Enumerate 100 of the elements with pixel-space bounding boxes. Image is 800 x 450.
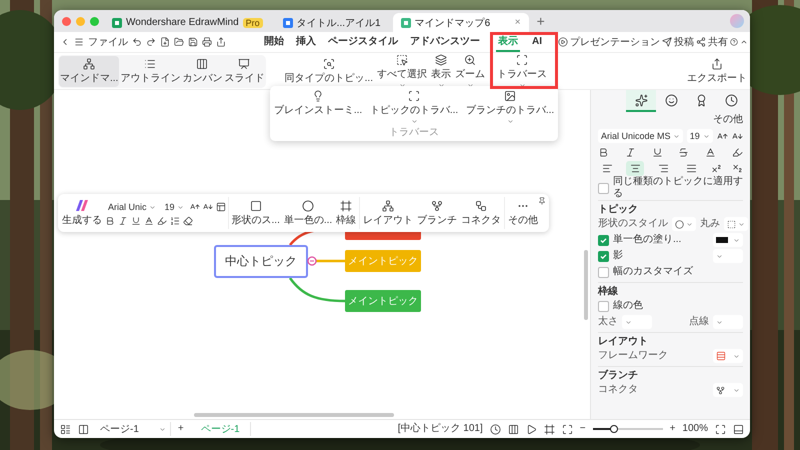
generate-button[interactable]: 生成する <box>61 197 103 229</box>
view-button[interactable]: アウトライン <box>119 56 182 86</box>
fullscreen-icon[interactable] <box>562 424 573 434</box>
toolbar-button[interactable]: ブランチ <box>416 198 458 228</box>
size-select[interactable]: 19 <box>686 129 713 143</box>
ribbon-tab[interactable]: 開始 <box>262 32 286 52</box>
subscript-icon[interactable] <box>732 162 743 174</box>
checkbox[interactable] <box>598 266 609 278</box>
toolbar-button[interactable]: レイアウト <box>362 198 414 228</box>
panel-icon[interactable] <box>78 424 89 434</box>
panel-tab[interactable] <box>626 90 656 112</box>
toolbar-button[interactable]: コネクタ <box>460 198 502 228</box>
horizontal-scrollbar[interactable] <box>194 413 394 417</box>
ribbon-tab[interactable]: アドバンスツー <box>408 32 482 52</box>
toolbar-button[interactable]: 共有 <box>696 35 728 49</box>
font-grow-icon[interactable] <box>716 130 728 142</box>
help-icon[interactable] <box>730 37 738 47</box>
italic-icon[interactable] <box>118 216 128 226</box>
shape-select[interactable] <box>672 217 696 231</box>
superscript-icon[interactable] <box>710 162 722 174</box>
redo-icon[interactable] <box>146 37 156 47</box>
zoom-out-button[interactable]: − <box>580 423 586 435</box>
new-tab-button[interactable]: + <box>536 13 545 29</box>
strikethrough-icon[interactable] <box>678 146 690 158</box>
new-file-icon[interactable] <box>160 37 170 47</box>
fill-color-select[interactable] <box>713 233 743 247</box>
window-tab[interactable]: タイトル...アイル1 <box>274 13 389 32</box>
bold-icon[interactable] <box>598 146 609 158</box>
menu-item[interactable]: トピックのトラバ... <box>368 90 460 125</box>
panel-toggle-icon[interactable] <box>733 424 744 434</box>
bold-icon[interactable] <box>105 216 115 226</box>
font-shrink-icon[interactable] <box>732 130 743 142</box>
page-select[interactable]: ページ-1 <box>96 422 171 436</box>
vertical-scrollbar[interactable] <box>584 250 588 320</box>
ribbon-tab[interactable]: 挿入 <box>294 32 318 52</box>
connector-select[interactable] <box>713 383 743 397</box>
file-menu[interactable]: ファイル <box>88 35 128 49</box>
undo-icon[interactable] <box>132 37 142 47</box>
more-link[interactable]: その他 <box>713 114 743 126</box>
export-icon[interactable] <box>216 37 226 47</box>
fit-screen-icon[interactable] <box>715 424 726 434</box>
central-topic[interactable]: 中心トピック <box>214 245 308 278</box>
caret-icon <box>158 426 166 432</box>
zoom-thumb[interactable] <box>610 425 618 433</box>
pro-badge: Pro <box>242 18 263 28</box>
frame-icon <box>516 54 528 66</box>
toolbar-button[interactable]: その他 <box>507 198 540 228</box>
selection-info: [中心トピック 101] <box>398 423 483 435</box>
underline-icon[interactable] <box>131 216 141 226</box>
list-icon[interactable] <box>170 216 180 226</box>
font-shrink-icon[interactable] <box>202 202 213 212</box>
menu-item[interactable]: ブランチのトラバ... <box>464 90 556 125</box>
sparkle-icon <box>634 94 648 106</box>
justify-icon <box>686 162 698 174</box>
highlighter-icon[interactable] <box>732 146 743 158</box>
checkbox[interactable] <box>598 300 609 312</box>
rounding-select[interactable] <box>724 217 748 231</box>
menu-item[interactable]: ブレインストーミ... <box>272 90 364 125</box>
view-button[interactable]: カンバン <box>181 56 224 86</box>
ribbon-button[interactable]: 表示 <box>430 52 452 90</box>
underline-icon[interactable] <box>652 146 663 158</box>
ribbon-button[interactable]: 同タイプのトピッ... <box>284 56 374 86</box>
save-icon[interactable] <box>188 37 198 47</box>
toolbar-button[interactable]: 単一色の... <box>282 198 334 228</box>
theme-icon[interactable] <box>490 424 501 434</box>
zoom-in-button[interactable]: + <box>670 423 676 435</box>
text-box-icon[interactable] <box>216 202 226 212</box>
add-page-button[interactable]: + <box>178 423 184 435</box>
toolbar-button[interactable]: 形状のス... <box>230 198 281 228</box>
font-select[interactable]: Arial Unicode MS <box>598 129 683 143</box>
checkbox[interactable] <box>598 250 609 262</box>
align-button[interactable] <box>626 160 644 176</box>
zoom-value[interactable]: 100% <box>682 423 708 435</box>
font-color-icon[interactable] <box>144 216 154 226</box>
pin-icon[interactable] <box>538 197 546 205</box>
checkbox[interactable] <box>598 234 609 246</box>
ribbon-tab[interactable]: ページスタイル <box>326 32 400 52</box>
outline-icon[interactable] <box>60 424 71 434</box>
ribbon-tab[interactable]: AI <box>530 34 544 50</box>
printer-icon[interactable] <box>202 37 212 47</box>
menu-icon[interactable] <box>74 37 84 47</box>
close-tab-button[interactable]: × <box>514 17 521 28</box>
window-tab[interactable]: Wondershare EdrawMind Pro <box>104 13 271 32</box>
font-grow-icon[interactable] <box>190 202 200 212</box>
checkbox[interactable] <box>598 182 609 194</box>
framework-select[interactable] <box>713 349 743 363</box>
export-button[interactable]: エクスポート <box>686 56 748 86</box>
folder-icon[interactable] <box>174 37 184 47</box>
highlighter-icon[interactable] <box>157 216 167 226</box>
view-button[interactable]: スライド <box>223 56 266 86</box>
eraser-icon[interactable] <box>183 216 193 226</box>
toolbar-button[interactable]: 投稿 <box>662 35 694 49</box>
toolbar-button[interactable]: 枠線 <box>335 198 358 228</box>
toolbar-button[interactable]: プレゼンテーション <box>558 35 660 49</box>
window-tab[interactable]: マインドマップ6 × <box>392 13 529 32</box>
play-icon[interactable] <box>526 424 537 434</box>
view-button[interactable]: マインドマ... <box>59 56 120 86</box>
layers-icon <box>435 54 447 66</box>
italic-icon[interactable] <box>624 146 636 158</box>
font-color-icon[interactable] <box>705 146 716 158</box>
